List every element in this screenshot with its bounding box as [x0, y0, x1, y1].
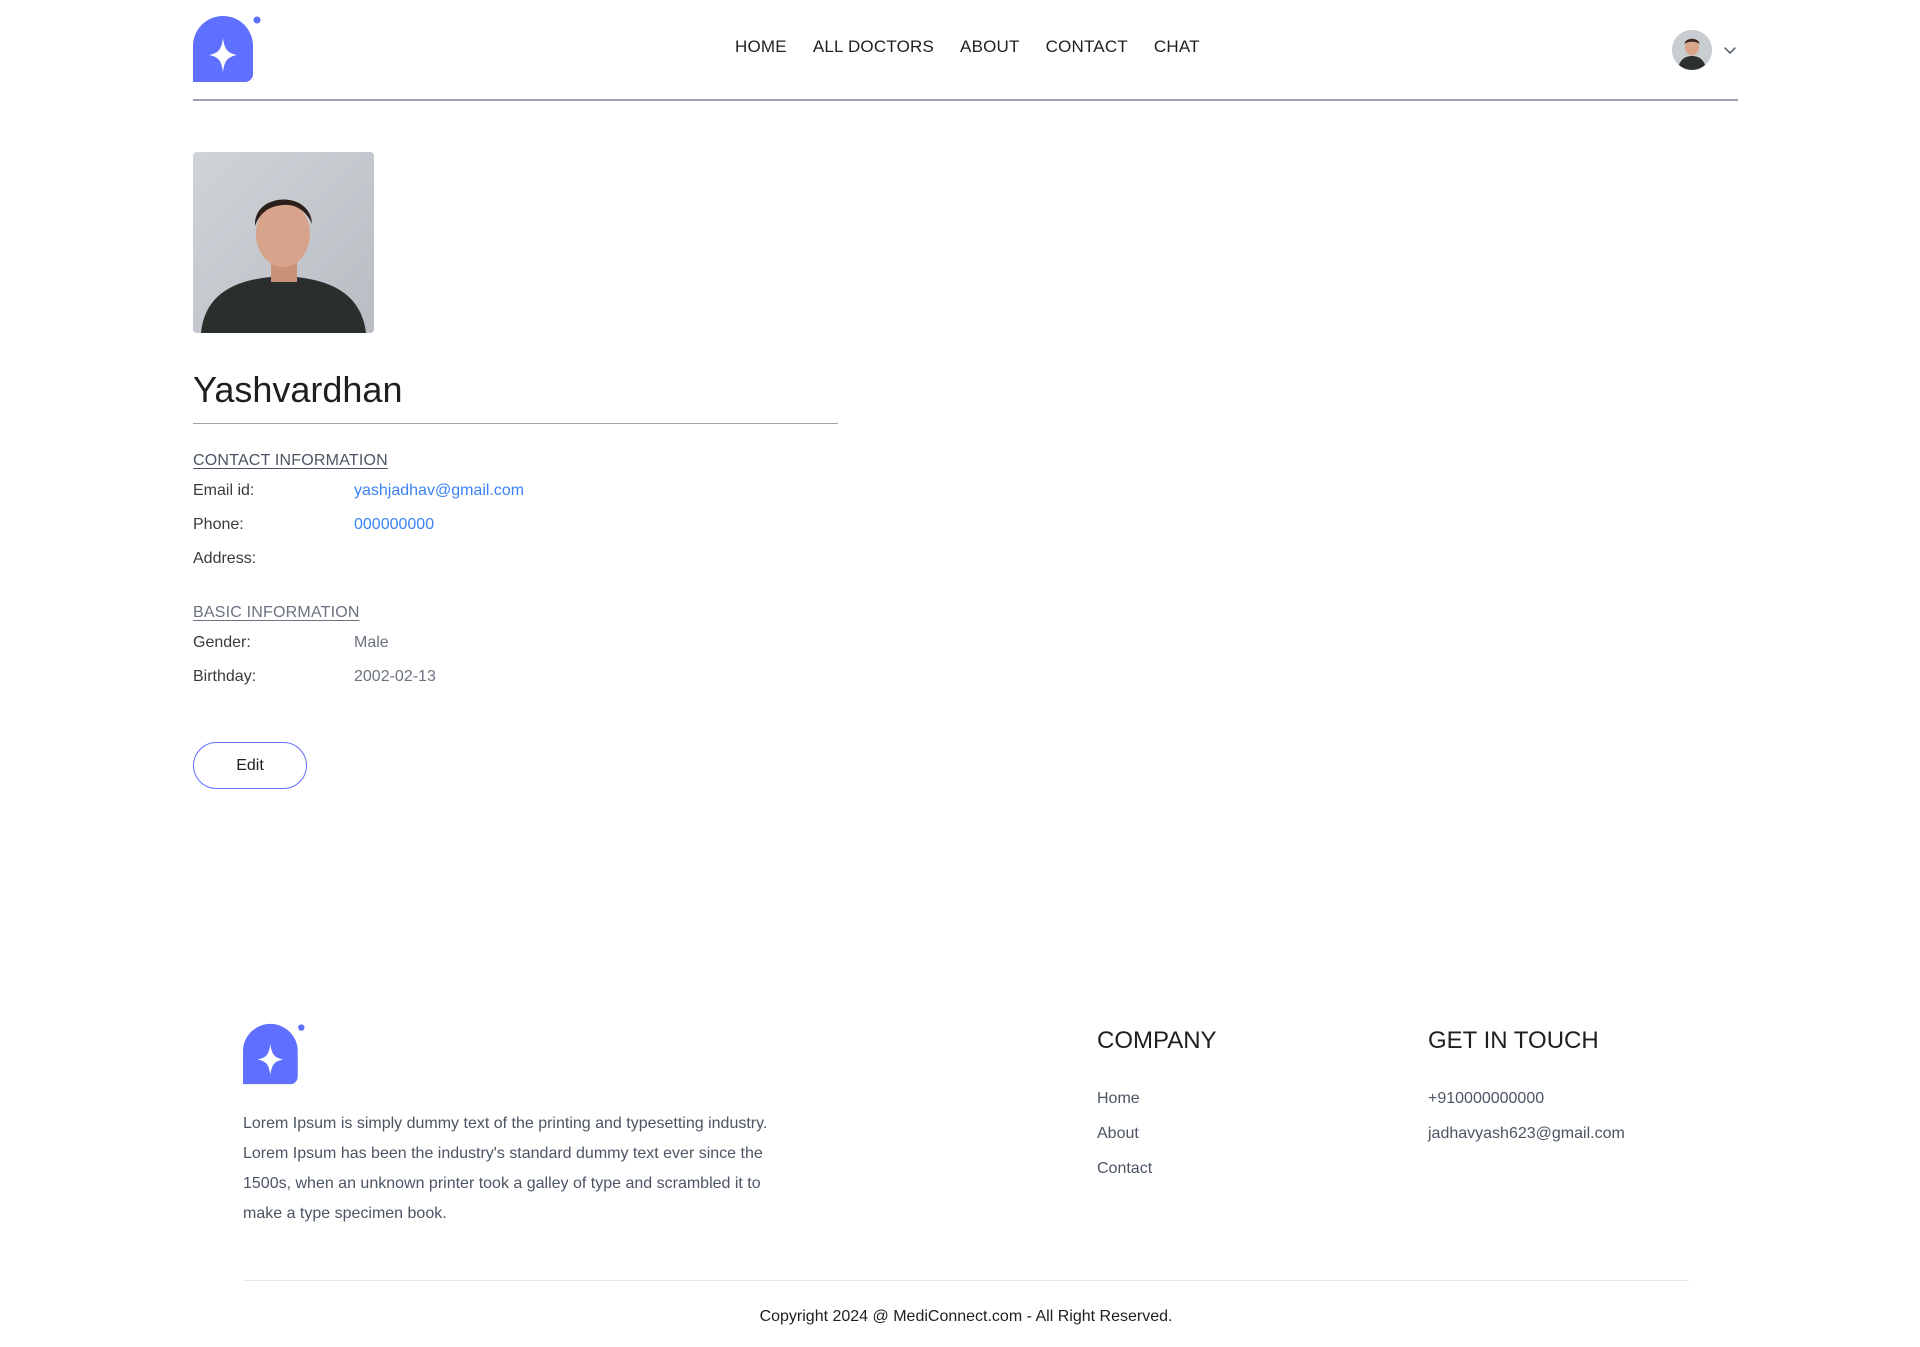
birthday-label: Birthday: [193, 668, 257, 685]
user-avatar-icon [1672, 30, 1712, 70]
contact-info: Email id: yashjadhav@gmail.com Phone: 00… [193, 482, 838, 568]
header: HOME ALL DOCTORS ABOUT CONTACT CHAT [193, 0, 1738, 101]
footer-divider [243, 1280, 1689, 1281]
logo-icon[interactable] [193, 16, 261, 82]
email-label: Email id: [193, 482, 255, 499]
profile-section: Yashvardhan CONTACT INFORMATION Email id… [193, 152, 838, 789]
gender-value: Male [354, 634, 389, 651]
footer-link-home[interactable]: Home [1097, 1081, 1217, 1116]
contact-info-title: CONTACT INFORMATION [193, 452, 388, 469]
footer-description: Lorem Ipsum is simply dummy text of the … [243, 1115, 768, 1222]
nav-home[interactable]: HOME [735, 37, 787, 57]
footer-email: jadhavyash623@gmail.com [1428, 1125, 1625, 1142]
main-nav: HOME ALL DOCTORS ABOUT CONTACT CHAT [735, 37, 1200, 57]
profile-photo [193, 152, 374, 333]
user-menu[interactable] [1672, 30, 1738, 70]
get-in-touch-title: GET IN TOUCH [1428, 1027, 1599, 1054]
avatar[interactable] [1672, 30, 1712, 70]
footer-company: COMPANY Home About Contact [1097, 1023, 1217, 1186]
company-title: COMPANY [1097, 1027, 1217, 1054]
profile-photo-icon [193, 152, 374, 333]
edit-button[interactable]: Edit [193, 742, 307, 789]
address-value [354, 550, 838, 568]
copyright: Copyright 2024 @ MediConnect.com - All R… [759, 1308, 1173, 1325]
footer-phone: +910000000000 [1428, 1090, 1545, 1107]
nav-contact[interactable]: CONTACT [1046, 37, 1128, 57]
nav-about[interactable]: ABOUT [960, 37, 1020, 57]
chevron-down-icon[interactable] [1722, 42, 1738, 58]
footer-logo-icon [243, 1023, 305, 1085]
basic-info: Gender: Male Birthday: 2002-02-13 [193, 634, 838, 686]
profile-name: Yashvardhan [193, 369, 838, 424]
footer-link-about[interactable]: About [1097, 1116, 1217, 1151]
phone-value[interactable]: 000000000 [354, 516, 838, 534]
address-label: Address: [193, 550, 257, 567]
footer-get-in-touch: GET IN TOUCH +910000000000 jadhavyash623… [1428, 1023, 1625, 1151]
nav-chat[interactable]: CHAT [1154, 37, 1200, 57]
email-value[interactable]: yashjadhav@gmail.com [354, 482, 838, 500]
footer-link-contact[interactable]: Contact [1097, 1151, 1217, 1186]
gender-label: Gender: [193, 634, 251, 651]
birthday-value: 2002-02-13 [354, 668, 436, 685]
page: HOME ALL DOCTORS ABOUT CONTACT CHAT Yash… [0, 0, 1920, 1347]
basic-info-title: BASIC INFORMATION [193, 604, 360, 621]
phone-label: Phone: [193, 516, 244, 533]
nav-all-doctors[interactable]: ALL DOCTORS [813, 37, 934, 57]
